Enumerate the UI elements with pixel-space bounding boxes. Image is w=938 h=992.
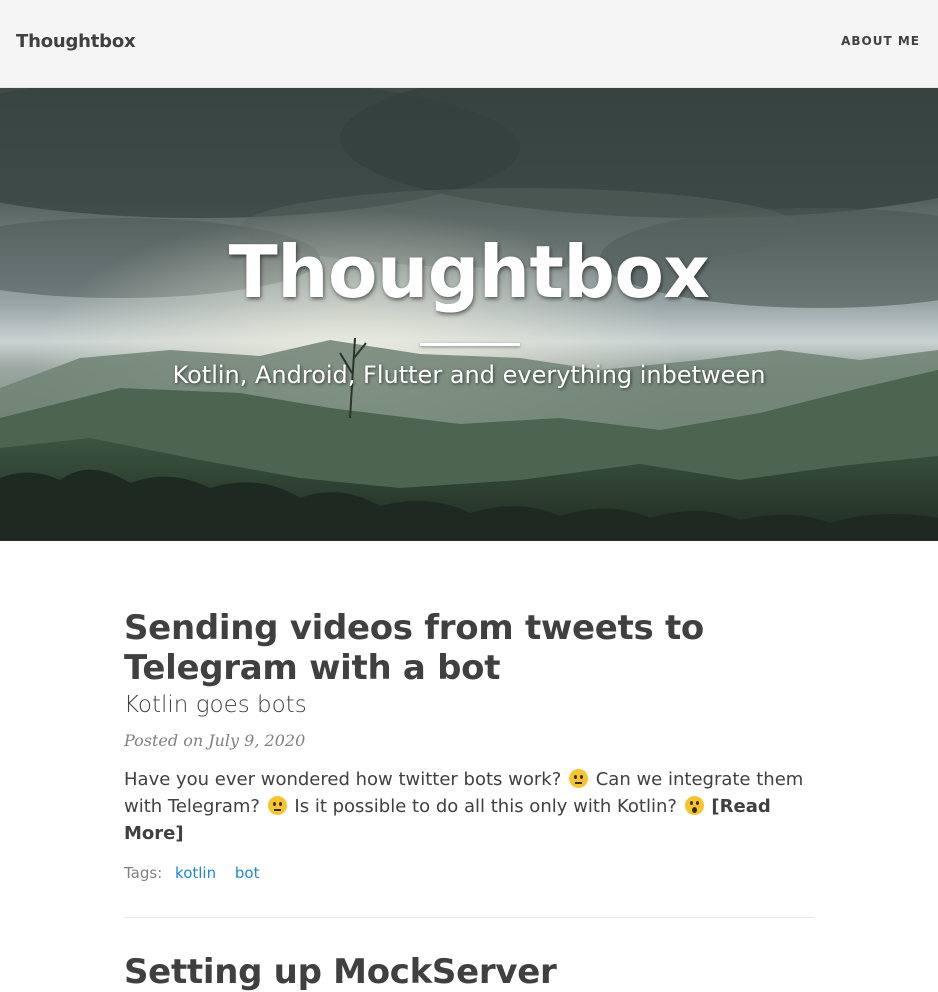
- post-preview: Setting up MockServer: [124, 952, 814, 992]
- post-preview: Sending videos from tweets to Telegram w…: [124, 608, 814, 883]
- navbar: Thoughtbox ABOUT ME: [0, 0, 938, 88]
- hero-header: Thoughtbox Kotlin, Android, Flutter and …: [0, 88, 938, 541]
- hero-subtitle: Kotlin, Android, Flutter and everything …: [172, 361, 766, 389]
- tag-bot-link[interactable]: bot: [235, 864, 260, 882]
- hero-title: Thoughtbox: [228, 230, 710, 314]
- post-subtitle: Kotlin goes bots: [124, 692, 307, 718]
- tags-label: Tags:: [124, 864, 163, 882]
- thinking-face-icon: [267, 796, 287, 815]
- hero-divider: [420, 343, 520, 346]
- post-title-link[interactable]: Setting up MockServer: [124, 952, 814, 992]
- thinking-face-icon: [569, 769, 588, 788]
- tag-kotlin-link[interactable]: kotlin: [175, 864, 216, 882]
- post-list: Sending videos from tweets to Telegram w…: [124, 608, 814, 992]
- post-tags: Tags: kotlin bot: [124, 863, 814, 883]
- post-title-link[interactable]: Sending videos from tweets to Telegram w…: [124, 608, 814, 688]
- excerpt-text: Is it possible to do all this only with …: [294, 796, 677, 817]
- nav-about-me-link[interactable]: ABOUT ME: [841, 34, 920, 48]
- post-divider: [124, 917, 814, 918]
- hero-background-image: [0, 88, 938, 541]
- brand-link[interactable]: Thoughtbox: [16, 31, 136, 52]
- post-meta: Posted on July 9, 2020: [124, 731, 306, 750]
- excerpt-text: Have you ever wondered how twitter bots …: [124, 769, 562, 790]
- astonished-face-icon: [684, 796, 704, 815]
- post-excerpt: Have you ever wondered how twitter bots …: [124, 766, 814, 847]
